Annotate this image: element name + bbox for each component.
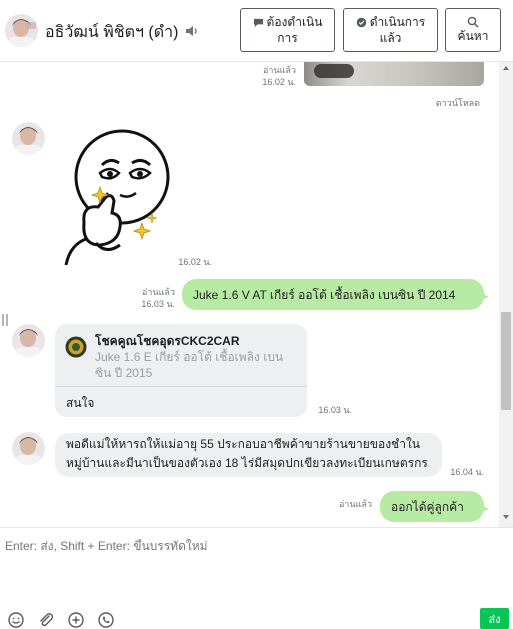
card-text-line-2: ซิน ปี 2015 (95, 366, 153, 380)
message-time: 16.02 น. (178, 257, 212, 267)
read-status: อ่านแล้ว (339, 499, 372, 509)
todo-button[interactable]: ต้องดำเนิน การ (240, 8, 335, 52)
shop-logo-icon (65, 336, 87, 358)
done-button[interactable]: ดำเนินการ แล้ว (343, 8, 438, 52)
chat-header: อธิวัฒน์ พิชิตฯ (ดำ) ต้องดำเนิน การ ดำเน… (0, 0, 513, 62)
outgoing-message[interactable]: Juke 1.6 V AT เกียร์ ออโต้ เชื้อเพลิง เบ… (182, 279, 484, 310)
message-time: 16.04 น. (450, 467, 484, 477)
message-time: 16.03 น. (141, 299, 175, 309)
done-label-1: ดำเนินการ (369, 15, 426, 29)
incoming-message[interactable]: พอดีแม่ให้หารถให้แม่อายุ 55 ประกอบอาชีพค… (55, 433, 442, 477)
contact-name[interactable]: อธิวัฒน์ พิชิตฯ (ดำ) (45, 20, 178, 45)
bubble-tail (480, 292, 489, 301)
search-button[interactable]: ค้นหา (445, 8, 501, 52)
scroll-up-arrow[interactable] (503, 66, 509, 70)
scroll-down-arrow[interactable] (503, 515, 509, 519)
search-icon (467, 16, 479, 28)
image-message[interactable] (304, 62, 484, 86)
message-composer: ส่ง (0, 527, 513, 629)
card-divider (55, 386, 307, 387)
message-line-1: พอดีแม่ให้หารถให้แม่อายุ 55 ประกอบอาชีพค… (66, 437, 420, 451)
read-status: อ่านแล้ว (263, 65, 296, 75)
done-label-2: แล้ว (379, 31, 402, 45)
message-list[interactable]: อ่านแล้ว 16.02 น. ดาวน์โหลด 16.02 น. อ่า… (0, 62, 513, 527)
scroll-thumb[interactable] (501, 312, 511, 410)
add-circle-icon[interactable] (67, 611, 85, 629)
speaker-icon[interactable] (184, 23, 200, 39)
phone-icon[interactable] (97, 611, 115, 629)
contact-avatar[interactable] (12, 122, 45, 155)
todo-label-1: ต้องดำเนิน (266, 15, 323, 29)
contact-avatar[interactable] (5, 14, 38, 47)
emoji-icon[interactable] (7, 611, 25, 629)
outgoing-message[interactable]: ออกได้คู่ลูกค้า (380, 491, 484, 522)
contact-avatar[interactable] (12, 324, 45, 357)
shared-post-card[interactable]: โชคคูณโชคอุดรCKC2CAR Juke 1.6 E เกียร์ อ… (55, 324, 307, 417)
message-line-2: หมู่บ้านและมีนาเป็นของตัวเอง 18 ไร่มีสมุ… (66, 456, 428, 470)
message-time: 16.03 น. (318, 405, 352, 415)
reply-text: สนใจ (66, 396, 95, 410)
todo-label-2: การ (277, 31, 298, 45)
message-input[interactable] (5, 539, 485, 553)
drag-handle[interactable] (2, 314, 8, 326)
send-button[interactable]: ส่ง (480, 608, 509, 629)
sticker-thumbs-up-face[interactable] (62, 127, 172, 267)
attachment-icon[interactable] (37, 611, 55, 629)
contact-avatar[interactable] (12, 432, 45, 465)
read-status: อ่านแล้ว (142, 287, 175, 297)
search-label: ค้นหา (457, 29, 489, 43)
chat-bubble-icon (253, 18, 263, 27)
bubble-tail (480, 504, 489, 513)
message-time: 16.02 น. (262, 77, 296, 87)
chat-scrollbar[interactable] (499, 62, 513, 527)
chat-check-icon (356, 17, 367, 27)
download-link[interactable]: ดาวน์โหลด (400, 97, 480, 109)
